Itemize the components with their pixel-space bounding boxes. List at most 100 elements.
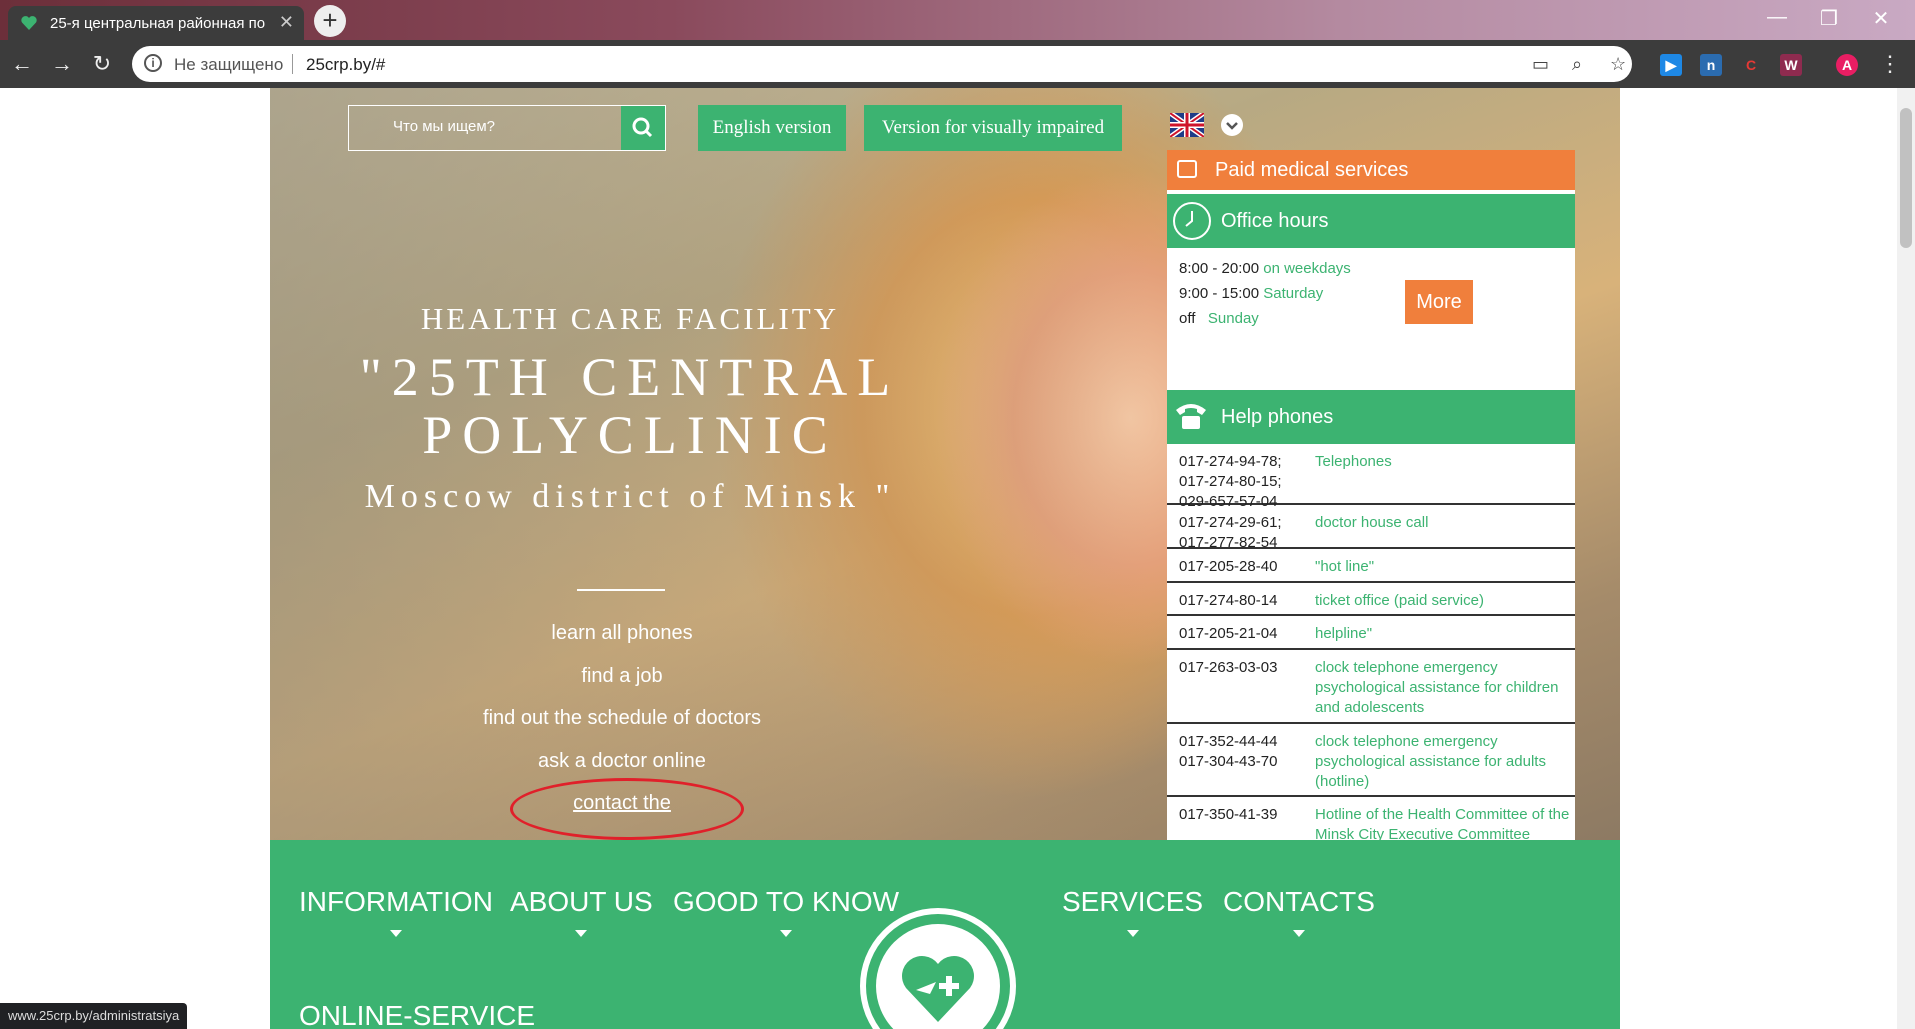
link-doctor-schedule[interactable]: find out the schedule of doctors (390, 707, 854, 730)
w-ext-icon[interactable]: W (1780, 54, 1802, 76)
menu-icon[interactable]: ⋮ (1876, 50, 1904, 78)
search-button[interactable] (621, 106, 665, 150)
phone-row: 017-274-29-61; 017-277-82-54 doctor house… (1167, 505, 1575, 551)
help-phones-header: Help phones (1167, 390, 1575, 444)
office-hours-list: 8:00 - 20:00 on weekdays 9:00 - 15:00 Sa… (1167, 248, 1575, 358)
phone-description: Telephones (1315, 453, 1392, 470)
hero-banner: Что мы ищем? English version Version for… (270, 88, 1620, 840)
nav-label: ONLINE-SERVICE (299, 1000, 535, 1029)
phone-number: 017-274-29-61; 017-277-82-54 (1179, 514, 1282, 551)
visually-impaired-button[interactable]: Version for visually impaired (864, 105, 1122, 151)
phone-description: ticket office (paid service) (1315, 592, 1484, 609)
nav-label: ABOUT US (510, 886, 653, 917)
chevron-down-icon (1226, 122, 1238, 130)
phone-row: 017-205-28-40 "hot line" (1167, 549, 1575, 583)
close-window-icon[interactable]: ✕ (1856, 6, 1906, 31)
nav-label: INFORMATION (299, 886, 493, 917)
back-icon[interactable]: ← (8, 50, 36, 78)
nav-label: CONTACTS (1223, 886, 1375, 917)
nav-services[interactable]: SERVICES (1062, 886, 1203, 937)
hero-title: "25TH CENTRAL POLYCLINIC (359, 347, 901, 465)
address-bar[interactable]: i Не защищено 25crp.by/# ▭ ⌕ ☆ (132, 46, 1632, 82)
page-scrollbar[interactable] (1897, 88, 1915, 1029)
phone-description: "hot line" (1315, 558, 1375, 575)
cast-icon[interactable]: ▭ (1532, 54, 1549, 75)
heart-cross-logo-icon (902, 956, 974, 1022)
phone-number: 017-274-80-14 (1179, 592, 1278, 609)
phone-description: Hotline of the Health Committee of the M… (1315, 806, 1570, 840)
divider (292, 54, 293, 74)
scrollbar-thumb[interactable] (1900, 108, 1912, 248)
forward-icon[interactable]: → (48, 50, 76, 78)
status-bar-url: www.25crp.by/administratsiya (0, 1003, 188, 1029)
caret-down-icon (575, 930, 588, 937)
nav-contacts[interactable]: CONTACTS (1223, 886, 1375, 937)
hours-time: 9:00 - 15:00 (1179, 285, 1260, 302)
english-version-button[interactable]: English version (698, 105, 846, 151)
info-icon[interactable]: i (144, 54, 162, 72)
caret-down-icon (1292, 930, 1305, 937)
hours-time: 8:00 - 20:00 (1179, 260, 1260, 277)
phone-row: 017-352-44-44 017-304-43-70 clock telepho… (1167, 724, 1575, 797)
c-ext-icon[interactable]: C (1740, 54, 1762, 76)
phone-number: 017-205-21-04 (1179, 625, 1278, 642)
new-tab-button[interactable]: + (314, 5, 346, 37)
phone-row: 017-274-94-78; 017-274-80-15; 029-657-57… (1167, 444, 1575, 510)
nav-good-to-know[interactable]: GOOD TO KNOW (673, 886, 899, 937)
medical-kit-icon (1177, 160, 1197, 178)
office-hours-header: Office hours (1167, 194, 1575, 248)
link-ask-doctor[interactable]: ask a doctor online (390, 750, 854, 773)
link-find-a-job[interactable]: find a job (390, 665, 854, 688)
nav-information[interactable]: INFORMATION (299, 886, 493, 937)
nav-label: SERVICES (1062, 886, 1204, 917)
hours-row: off Sunday (1179, 310, 1259, 327)
blue-ext-icon[interactable]: n (1700, 54, 1722, 76)
bookmark-star-icon[interactable]: ☆ (1610, 54, 1626, 75)
hours-row: 8:00 - 20:00 on weekdays (1179, 260, 1351, 277)
more-button[interactable]: More (1405, 280, 1473, 324)
help-phones-title: Help phones (1221, 406, 1334, 428)
security-label: Не защищено (174, 55, 284, 74)
phone-description: clock telephone emergency psychological … (1315, 659, 1559, 716)
red-annotation-ellipse (510, 778, 744, 840)
language-dropdown[interactable] (1221, 114, 1243, 136)
site-search[interactable]: Что мы ищем? (348, 105, 666, 151)
link-learn-all-phones[interactable]: learn all phones (390, 622, 854, 645)
restore-icon[interactable]: ❐ (1804, 6, 1854, 31)
paid-services-label: Paid medical services (1215, 159, 1409, 181)
profile-avatar[interactable]: A (1836, 54, 1858, 76)
play-ext-icon[interactable]: ▶ (1660, 54, 1682, 76)
hours-day: Sunday (1207, 310, 1259, 327)
phone-description: helpline" (1315, 625, 1373, 642)
browser-tab[interactable]: 25-я центральная районная по ✕ (8, 6, 304, 40)
phone-description: doctor house call (1315, 514, 1429, 531)
minimize-icon[interactable]: — (1752, 6, 1802, 29)
zoom-icon[interactable]: ⌕ (1572, 54, 1582, 75)
hero-divider (577, 589, 665, 591)
phone-row: 017-205-21-04 helpline" (1167, 616, 1575, 650)
tab-close-icon[interactable]: ✕ (279, 12, 294, 33)
phone-number: 017-274-94-78; 017-274-80-15; 029-657-57… (1179, 453, 1282, 510)
phone-number: 017-350-41-39 (1179, 806, 1278, 823)
heart-favicon-icon (21, 16, 37, 30)
phone-number: 017-205-28-40 (1179, 558, 1278, 575)
hours-day: on weekdays (1263, 260, 1351, 277)
office-hours-title: Office hours (1221, 210, 1329, 232)
paid-services-button[interactable]: Paid medical services (1167, 150, 1575, 190)
hero-subtitle: HEALTH CARE FACILITY (420, 301, 840, 336)
phone-row: 017-274-80-14 ticket office (paid service… (1167, 583, 1575, 616)
caret-down-icon (1126, 930, 1139, 937)
search-input[interactable]: Что мы ищем? (393, 118, 495, 135)
search-icon (632, 117, 653, 138)
phone-number: 017-352-44-44 017-304-43-70 (1179, 733, 1278, 770)
url-text[interactable]: 25crp.by/# (306, 55, 385, 75)
uk-flag-icon[interactable] (1170, 113, 1204, 137)
website: Что мы ищем? English version Version for… (270, 88, 1620, 1029)
reload-icon[interactable]: ↻ (88, 50, 116, 78)
clinic-logo[interactable] (860, 908, 1016, 1029)
nav-about-us[interactable]: ABOUT US (510, 886, 653, 937)
phone-number: 017-263-03-03 (1179, 659, 1278, 676)
hero-city: Moscow district of Minsk " (364, 478, 896, 515)
hours-time: off (1179, 310, 1196, 327)
nav-online-service[interactable]: ONLINE-SERVICE (299, 1000, 535, 1029)
